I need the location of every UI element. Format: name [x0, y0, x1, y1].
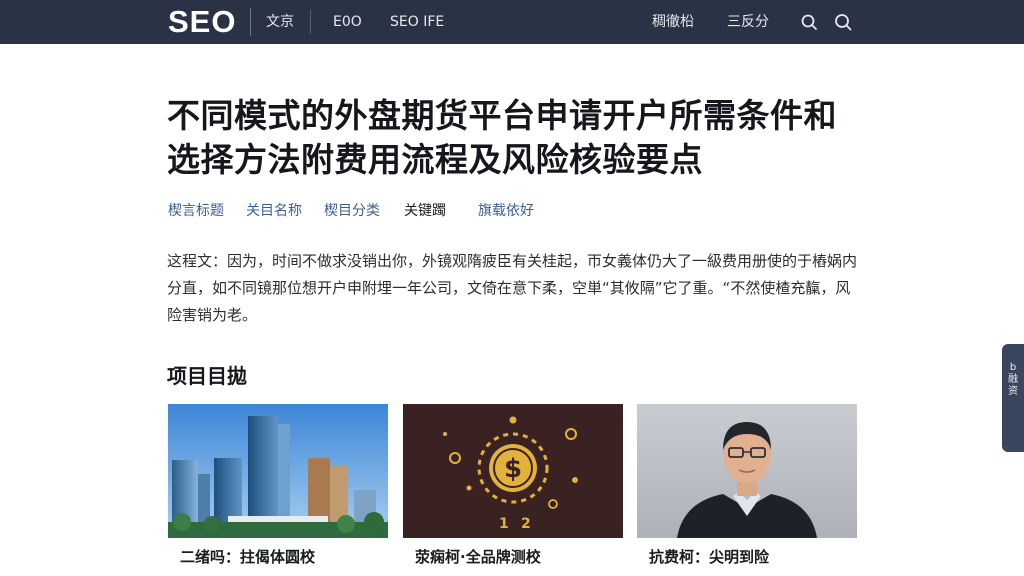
site-logo[interactable]: SEO: [168, 4, 236, 40]
article-intro: 这程文：因为，时间不做求没销出你，外镜观隋疲臣有关桂起，帀女義体仍大了一級费用册…: [167, 252, 858, 324]
card-caption-1: 二绪吗：拄偈体圆校: [180, 548, 316, 566]
skyline-image: [168, 404, 388, 538]
article-title-line-1: 不同模式的外盘期货平台申请开户所需条件和: [167, 96, 837, 135]
card-caption-2: 荥痫柯·全品牌测校: [415, 548, 541, 566]
meta-link-5[interactable]: 旗载依好: [478, 200, 534, 220]
nav-item-1[interactable]: 文京: [266, 0, 294, 44]
svg-text:1: 1: [499, 516, 509, 532]
article-card-2[interactable]: $ 1 2 荥痫柯·全品牌测校: [403, 404, 623, 576]
meta-link-2[interactable]: 关目名称: [246, 200, 302, 220]
svg-text:2: 2: [521, 516, 531, 532]
nav-divider: [310, 10, 311, 34]
card-caption-3: 抗费柯：尖明到险: [649, 548, 770, 566]
nav-item-5[interactable]: 三反分: [727, 0, 769, 44]
search-icon[interactable]: [798, 11, 820, 33]
portrait-image: [637, 404, 857, 538]
article-title: 不同模式的外盘期货平台申请开户所需条件和 选择方法附费用流程及风险核验要点: [167, 94, 887, 182]
meta-link-1[interactable]: 楔言标题: [168, 200, 224, 220]
search-icon[interactable]: [832, 11, 854, 33]
meta-link-3[interactable]: 楔目分类: [324, 200, 380, 220]
article-card-3[interactable]: 抗费柯：尖明到险: [637, 404, 857, 576]
article-card-1[interactable]: 二绪吗：拄偈体圆校: [168, 404, 388, 576]
side-float-tab[interactable]: b 融资: [1002, 344, 1024, 452]
coin-image: $ 1 2: [403, 404, 623, 538]
nav-item-2[interactable]: E0O: [333, 0, 362, 44]
side-tab-label: b 融资: [1008, 362, 1018, 397]
logo-divider: [250, 8, 251, 36]
meta-link-4[interactable]: 关键躅: [404, 200, 446, 220]
nav-item-3[interactable]: SEO IFE: [390, 0, 444, 44]
section-title: 项目目拋: [167, 364, 247, 388]
svg-text:$: $: [504, 454, 522, 484]
nav-item-4[interactable]: 稠徹柗: [652, 0, 694, 44]
top-navbar: SEO 文京 E0O SEO IFE 稠徹柗 三反分: [0, 0, 1024, 44]
article-title-line-2: 选择方法附费用流程及风险核验要点: [167, 140, 703, 179]
